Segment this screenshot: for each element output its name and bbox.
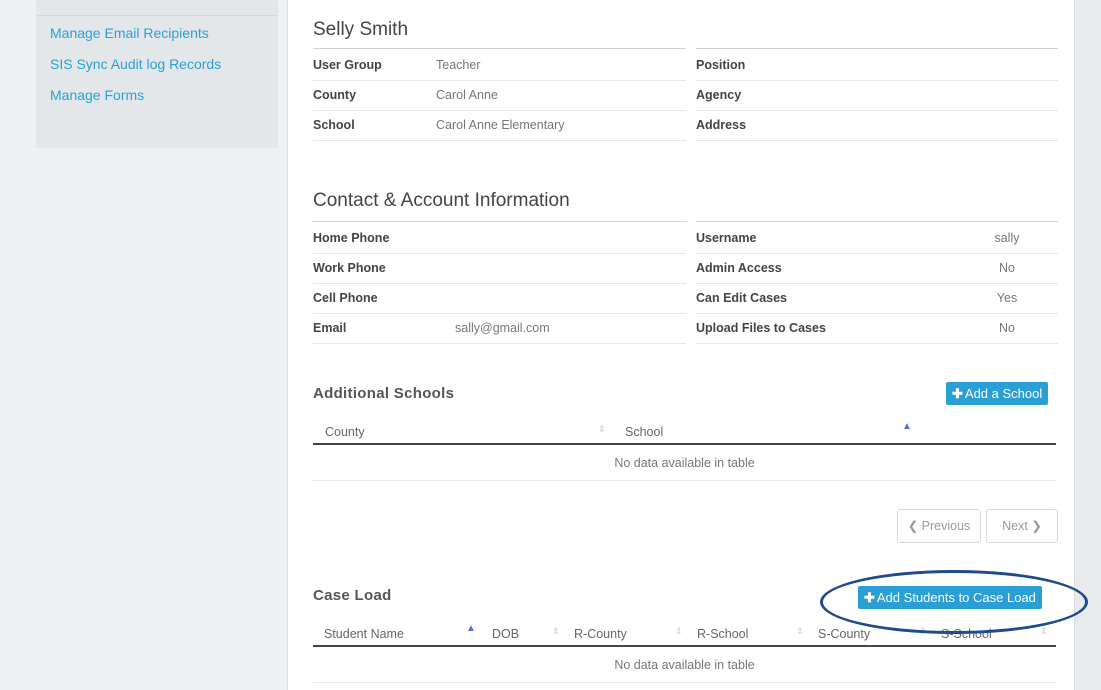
row-divider (313, 110, 686, 111)
profile-rule-left (313, 48, 686, 49)
admin-access-label: Admin Access (696, 261, 782, 275)
home-phone-label: Home Phone (313, 231, 390, 245)
next-page-button[interactable]: Next ❯ (986, 509, 1058, 543)
agency-label: Agency (696, 88, 742, 102)
cell-phone-label: Cell Phone (313, 291, 378, 305)
previous-page-button[interactable]: ❮ Previous (897, 509, 981, 543)
plus-icon: ✚ (952, 386, 963, 401)
sidebar-item-manage-email-recipients[interactable]: Manage Email Recipients (50, 25, 209, 41)
add-school-button-label: Add a School (964, 386, 1043, 401)
sort-icon: ⇕ (675, 626, 683, 636)
table-header-rule (313, 443, 1056, 445)
empty-table-message: No data available in table (614, 456, 755, 470)
contact-section-title: Contact & Account Information (313, 190, 570, 211)
row-divider (696, 140, 1058, 141)
add-school-button[interactable]: ✚ Add a School (946, 382, 1049, 405)
row-divider (696, 343, 1058, 344)
column-header-student-name[interactable]: Student Name (324, 627, 404, 641)
contact-rule-left (313, 221, 686, 222)
county-value: Carol Anne (436, 88, 498, 102)
sort-icon: ⇕ (552, 626, 560, 636)
additional-schools-title: Additional Schools (313, 385, 455, 402)
upload-files-value: No (999, 321, 1015, 335)
sidebar: Manage Email Recipients SIS Sync Audit l… (36, 0, 278, 148)
column-header-r-school[interactable]: R-School (697, 627, 748, 641)
profile-rule-right (696, 48, 1058, 49)
previous-page-label: Previous (921, 519, 971, 533)
email-label: Email (313, 321, 347, 335)
row-divider (313, 80, 686, 81)
case-load-title: Case Load (313, 587, 392, 604)
position-label: Position (696, 58, 746, 72)
admin-access-value: No (999, 261, 1015, 275)
username-label: Username (696, 231, 757, 245)
sidebar-item-sis-sync-audit-log[interactable]: SIS Sync Audit log Records (50, 56, 221, 72)
sort-icon: ⇕ (1040, 626, 1048, 636)
column-header-school[interactable]: School (625, 425, 663, 439)
highlight-oval (820, 570, 1088, 634)
email-value: sally@gmail.com (455, 321, 550, 335)
address-label: Address (696, 118, 747, 132)
sidebar-item-manage-forms[interactable]: Manage Forms (50, 87, 144, 103)
column-header-county[interactable]: County (325, 425, 365, 439)
county-label: County (313, 88, 357, 102)
column-header-s-county[interactable]: S-County (818, 627, 870, 641)
sidebar-divider (36, 0, 278, 16)
row-divider (313, 253, 686, 254)
empty-table-message: No data available in table (614, 658, 755, 672)
sort-ascending-icon: ▲ (902, 421, 912, 432)
row-divider (696, 283, 1058, 284)
next-page-label: Next (1002, 519, 1028, 533)
right-scroll-area (1074, 0, 1101, 690)
table-bottom-rule (313, 480, 1056, 481)
school-label: School (313, 118, 355, 132)
row-divider (313, 343, 686, 344)
profile-name: Selly Smith (313, 19, 409, 40)
row-divider (696, 253, 1058, 254)
school-value: Carol Anne Elementary (436, 118, 565, 132)
work-phone-label: Work Phone (313, 261, 386, 275)
can-edit-cases-value: Yes (996, 291, 1018, 305)
chevron-left-icon: ❮ (907, 519, 919, 533)
chevron-right-icon: ❯ (1031, 519, 1042, 533)
column-header-r-county[interactable]: R-County (574, 627, 627, 641)
column-header-dob[interactable]: DOB (492, 627, 519, 641)
row-divider (696, 110, 1058, 111)
sort-ascending-icon: ▲ (466, 623, 476, 634)
table-bottom-rule (313, 682, 1056, 683)
row-divider (696, 313, 1058, 314)
user-group-label: User Group (313, 58, 382, 72)
user-group-value: Teacher (436, 58, 481, 72)
contact-rule-right (696, 221, 1058, 222)
row-divider (313, 313, 686, 314)
can-edit-cases-label: Can Edit Cases (696, 291, 788, 305)
row-divider (696, 80, 1058, 81)
table-header-rule (313, 645, 1056, 647)
upload-files-label: Upload Files to Cases (696, 321, 826, 335)
sort-icon: ⇕ (598, 424, 606, 434)
row-divider (313, 140, 686, 141)
username-value: sally (994, 231, 1020, 245)
sort-icon: ⇕ (796, 626, 804, 636)
row-divider (313, 283, 686, 284)
